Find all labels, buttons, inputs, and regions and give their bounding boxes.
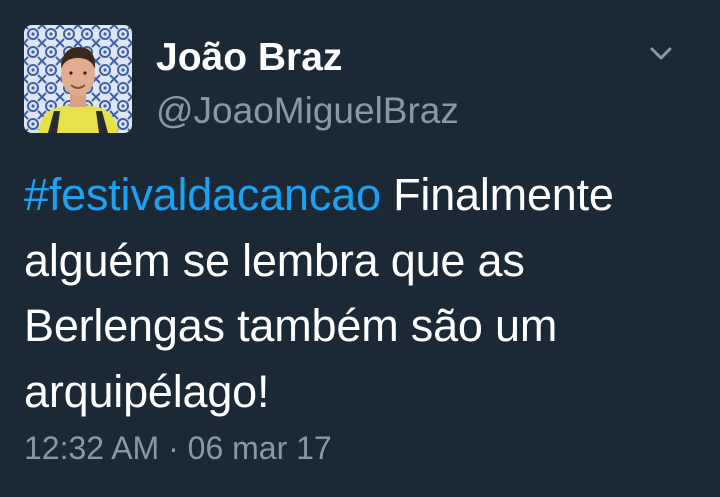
chevron-down-icon[interactable]: [644, 40, 678, 68]
tweet-card: João Braz @JoaoMiguelBraz #festivaldacan…: [0, 0, 720, 497]
hashtag-link[interactable]: #festivaldacancao: [24, 169, 381, 220]
tweet-date: 06 mar 17: [187, 430, 332, 466]
display-name[interactable]: João Braz: [156, 35, 342, 81]
avatar[interactable]: [24, 25, 132, 133]
timestamp-separator: ·: [159, 430, 188, 466]
user-handle[interactable]: @JoaoMiguelBraz: [156, 89, 459, 133]
tweet-text: #festivaldacancao Finalmente alguém se l…: [24, 162, 704, 424]
tweet-timestamp[interactable]: 12:32 AM · 06 mar 17: [24, 427, 332, 469]
tweet-time: 12:32 AM: [24, 430, 160, 466]
